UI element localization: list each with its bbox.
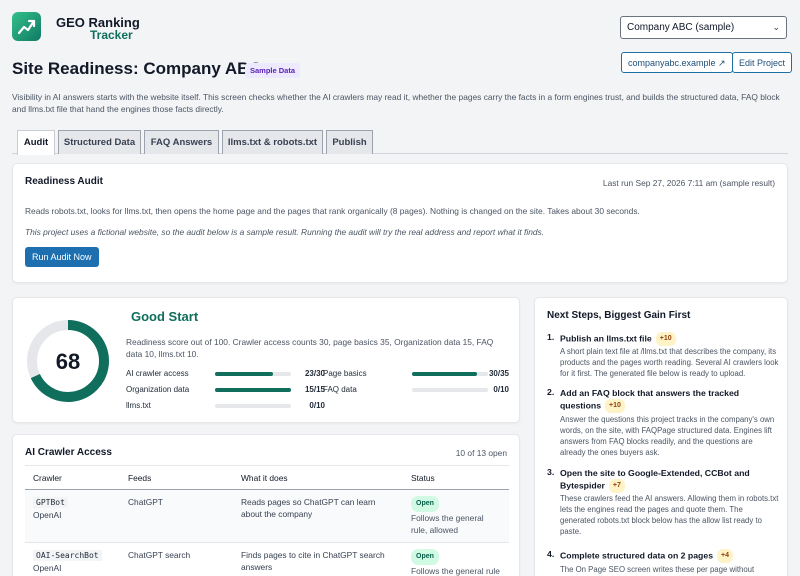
step-body: These crawlers feed the AI answers. Allo… [560,494,779,536]
table-row: OAI-SearchBot OpenAI ChatGPT search Finds… [25,542,509,576]
metric-bar [215,404,291,408]
gain-badge: +7 [608,479,625,493]
step-title: Add an FAQ block that answers the tracke… [560,387,779,413]
status-note: Follows the general rule, allowed [411,513,484,535]
audit-last-run: Last run Sep 27, 2026 7:11 am (sample re… [602,178,775,188]
metric-llms-txt: llms.txt 0/10 [126,401,326,413]
next-step-item: 2. Add an FAQ block that answers the tra… [547,387,779,461]
step-number: 4. [547,549,555,559]
tab-llms-robots[interactable]: llms.txt & robots.txt [222,130,323,154]
step-title-text: Complete structured data on 2 pages [560,550,714,561]
metric-organization-data: Organization data 15/15 [126,385,326,397]
crawler-description: Finds pages to cite in ChatGPT search an… [233,542,403,576]
crawler-open-count: 10 of 13 open [455,448,507,458]
page-intro: Visibility in AI answers starts with the… [12,92,780,114]
next-step-item: 4. Complete structured data on 2 pages +4… [547,549,779,576]
metric-value: 30/35 [488,369,509,378]
crawler-name: GPTBot [33,497,68,508]
metric-value: 0/10 [309,401,325,410]
crawler-description: Reads pages so ChatGPT can learn about t… [233,489,403,543]
tab-publish[interactable]: Publish [326,130,373,154]
status-note: Follows the general rule [411,566,500,576]
step-title-text: Add an FAQ block that answers the tracke… [560,388,740,411]
metric-crawler-access: AI crawler access 23/30 [126,369,326,381]
metric-page-basics: Page basics 30/35 [323,369,523,381]
score-description: Readiness score out of 100. Crawler acce… [126,337,494,359]
crawler-owner: OpenAI [33,510,62,520]
score-value: 68 [56,349,80,374]
step-number: 3. [547,467,555,477]
run-audit-button[interactable]: Run Audit Now [25,247,99,267]
metric-label: AI crawler access [126,369,189,378]
metric-value: 23/30 [304,369,325,378]
metric-value: 0/10 [493,385,509,394]
metric-bar-fill [215,372,274,376]
gain-badge: +10 [655,332,676,346]
metric-label: llms.txt [126,401,151,410]
top-bar: GEO Ranking Tracker Company ABC (sample)… [0,0,800,50]
column-header: Feeds [120,465,233,490]
column-header: Crawler [25,465,120,490]
edit-project-button[interactable]: Edit Project [732,52,793,73]
score-gauge: 68 [27,320,109,402]
audit-note: This project uses a fictional website, s… [25,227,545,237]
score-verdict: Good Start [131,309,199,324]
metric-bar [215,372,291,376]
tab-structured-data[interactable]: Structured Data [58,130,141,154]
next-step-item: 1. Publish an llms.txt file +10 A short p… [547,332,779,382]
metric-label: Page basics [323,369,367,378]
next-steps-card: Next Steps, Biggest Gain First 1. Publis… [534,297,788,576]
readiness-audit-card: Readiness Audit Last run Sep 27, 2026 7:… [12,163,788,283]
tab-bar: Audit Structured Data FAQ Answers llms.t… [12,130,788,155]
gain-badge: +10 [605,399,625,413]
step-body: The On Page SEO screen writes these per … [560,565,755,574]
crawler-heading: AI Crawler Access [25,447,112,458]
ai-crawler-access-card: AI Crawler Access 10 of 13 open Crawler … [12,434,520,576]
brand-subname: Tracker [90,28,133,42]
sample-data-badge: Sample Data [245,63,301,78]
metric-label: Organization data [126,385,190,394]
step-title-text: Publish an llms.txt file [560,333,652,344]
step-body: Answer the questions this project tracks… [560,415,775,457]
metric-faq-data: FAQ data 0/10 [323,385,523,397]
next-steps-heading: Next Steps, Biggest Gain First [547,310,691,321]
audit-description: Reads robots.txt, looks for llms.txt, th… [25,206,640,216]
crawler-name: OAI-SearchBot [33,550,102,561]
column-header: What it does [233,465,403,490]
step-body: A short plain text file at /llms.txt tha… [560,347,779,378]
crawler-feeds: ChatGPT search [120,542,233,576]
trend-up-icon [17,19,36,35]
app-logo [12,12,41,41]
step-title-text: Open the site to Google-Extended, CCBot … [560,468,750,491]
column-header: Status [403,465,509,490]
metric-bar [215,388,291,392]
metric-value: 15/15 [304,385,325,394]
table-header-row: Crawler Feeds What it does Status [25,465,509,490]
next-step-item: 3. Open the site to Google-Extended, CCB… [547,467,779,547]
crawler-owner: OpenAI [33,563,62,573]
crawler-table: Crawler Feeds What it does Status GPTBot… [25,465,509,576]
metric-bar-fill [215,388,291,392]
step-title: Publish an llms.txt file +10 [560,332,779,346]
step-title: Complete structured data on 2 pages +4 [560,549,779,563]
site-link-button[interactable]: companyabc.example ↗ [621,52,733,73]
chevron-down-icon: ⌄ [772,22,780,32]
status-badge: Open [411,496,439,512]
metric-label: FAQ data [323,385,357,394]
audit-heading: Readiness Audit [25,176,103,187]
page-title: Site Readiness: Company ABC [12,59,262,78]
step-title: Open the site to Google-Extended, CCBot … [560,467,779,493]
step-number: 2. [547,387,555,397]
project-select-value: Company ABC (sample) [627,22,735,33]
step-number: 1. [547,332,555,342]
tab-audit[interactable]: Audit [17,130,55,155]
table-row: GPTBot OpenAI ChatGPT Reads pages so Chat… [25,489,509,543]
crawler-feeds: ChatGPT [120,489,233,543]
readiness-score-card: 68 Good Start Readiness score out of 100… [12,297,520,423]
tab-faq-answers[interactable]: FAQ Answers [144,130,219,154]
metric-bar-fill [412,372,478,376]
status-badge: Open [411,549,439,565]
project-select[interactable]: Company ABC (sample) ⌄ [620,16,787,39]
gain-badge: +4 [717,549,734,563]
